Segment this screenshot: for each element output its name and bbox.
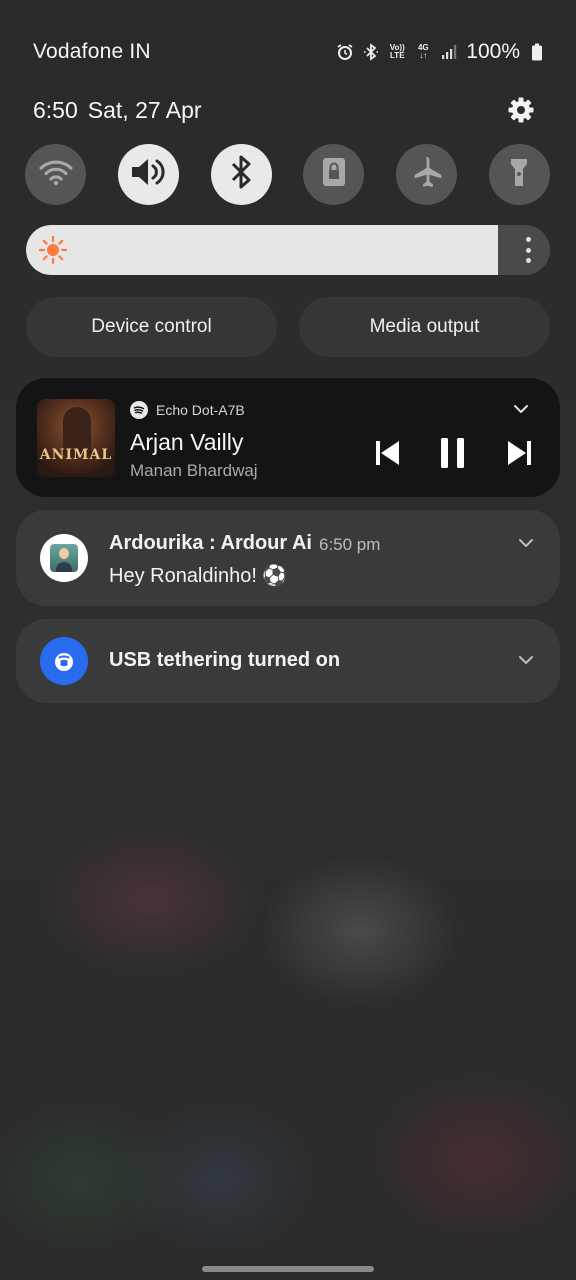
quick-toggles: [25, 144, 550, 206]
notification-text: Hey Ronaldinho! ⚽: [109, 565, 288, 587]
album-art: ANIMAL: [37, 399, 115, 477]
media-artist: Manan Bhardwaj: [130, 461, 258, 480]
toggle-wifi[interactable]: [25, 144, 86, 205]
airplane-icon: [410, 155, 444, 194]
toggle-flashlight[interactable]: [488, 144, 550, 205]
spotify-icon: [130, 401, 148, 419]
toggle-sound[interactable]: [117, 144, 179, 205]
notification-time: 6:50 pm: [319, 535, 381, 554]
chevron-down-icon[interactable]: [512, 400, 530, 418]
brightness-fill: [26, 225, 498, 275]
toggle-airplane[interactable]: [396, 144, 458, 205]
media-title: Arjan Vailly: [130, 429, 244, 455]
device-control-button[interactable]: Device control: [26, 297, 277, 357]
carrier-name: Vodafone IN: [33, 40, 151, 63]
next-track-icon[interactable]: [505, 436, 535, 470]
date-text: Sat, 27 Apr: [87, 96, 202, 123]
bluetooth-icon: [362, 43, 380, 61]
battery-icon: [528, 43, 546, 61]
battery-percent: 100%: [466, 40, 520, 63]
alarm-icon: [336, 43, 354, 61]
signal-icon: [440, 43, 458, 61]
chevron-down-icon[interactable]: [517, 534, 535, 552]
clock-date: 6:50 Sat, 27 Apr: [33, 97, 212, 124]
settings-gear-icon[interactable]: [506, 95, 536, 125]
avatar: [40, 534, 88, 582]
volte-icon: Vo)) LTE: [389, 43, 405, 60]
notification-usb-tethering[interactable]: USB tethering turned on: [16, 619, 560, 703]
date-row: 6:50 Sat, 27 Apr: [33, 92, 536, 128]
usb-tethering-icon: [40, 637, 88, 685]
toggle-bluetooth[interactable]: [210, 144, 272, 205]
status-bar: Vodafone IN Vo)) LTE 4G ↓↑ 100%: [33, 38, 546, 66]
screen-lock-icon: [321, 157, 347, 192]
media-device-name: Echo Dot-A7B: [156, 402, 245, 418]
notification-ardourika[interactable]: Ardourika : Ardour Ai 6:50 pm Hey Ronald…: [16, 510, 560, 606]
4g-icon: 4G ↓↑: [417, 43, 429, 60]
sun-icon: [38, 235, 68, 265]
pause-icon[interactable]: [438, 436, 468, 470]
notification-app-name: Ardourika : Ardour Ai: [109, 532, 312, 554]
gesture-navigation-bar[interactable]: [202, 1266, 374, 1272]
flashlight-icon: [506, 155, 532, 194]
clock-time: 6:50: [33, 96, 78, 123]
chevron-down-icon[interactable]: [517, 651, 535, 669]
notification-title: USB tethering turned on: [109, 649, 341, 671]
previous-track-icon[interactable]: [372, 436, 402, 470]
toggle-screen-lock[interactable]: [303, 144, 365, 205]
media-source: Echo Dot-A7B: [130, 401, 245, 419]
brightness-more-icon[interactable]: [524, 237, 532, 263]
wifi-icon: [38, 157, 74, 192]
media-output-button[interactable]: Media output: [299, 297, 550, 357]
sound-icon: [129, 156, 167, 193]
media-player-card[interactable]: ANIMAL Echo Dot-A7B Arjan Vailly Manan B…: [16, 378, 560, 497]
brightness-slider[interactable]: [26, 225, 550, 275]
bluetooth-icon: [228, 155, 254, 194]
